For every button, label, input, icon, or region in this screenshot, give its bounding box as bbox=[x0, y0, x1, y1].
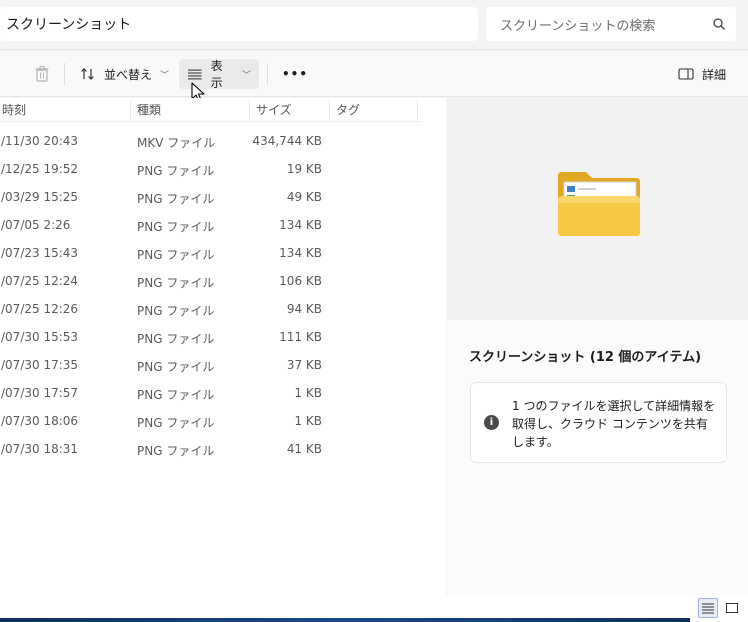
file-size: 134 KB bbox=[279, 218, 322, 232]
column-header-size[interactable]: サイズ bbox=[250, 101, 330, 119]
info-icon: i bbox=[484, 415, 499, 430]
chevron-down-icon: ﹀ bbox=[241, 70, 251, 81]
column-header-type[interactable]: 種類 bbox=[131, 101, 250, 119]
file-size: 106 KB bbox=[279, 274, 322, 288]
file-row[interactable]: /11/30 20:43 MKV ファイル 434,744 KB bbox=[0, 127, 420, 155]
details-preview bbox=[447, 98, 748, 320]
command-bar: 並べ替え ﹀ 表示 ﹀ ••• 詳細 bbox=[0, 51, 748, 97]
file-list: 時刻 種類 サイズ タグ /11/30 20:43 MKV ファイル 434,7… bbox=[0, 98, 446, 600]
file-type: MKV ファイル bbox=[137, 136, 216, 150]
file-date: /07/30 17:35 bbox=[1, 358, 79, 372]
file-size: 134 KB bbox=[279, 246, 322, 260]
file-size: 19 KB bbox=[286, 162, 322, 176]
file-type: PNG ファイル bbox=[137, 304, 215, 318]
file-size: 37 KB bbox=[286, 358, 322, 372]
file-date: /07/30 15:53 bbox=[1, 330, 79, 344]
details-pane-icon bbox=[678, 68, 694, 80]
search-box[interactable]: スクリーンショットの検索 bbox=[486, 7, 736, 41]
file-type: PNG ファイル bbox=[137, 220, 215, 234]
taskbar-edge bbox=[0, 618, 690, 622]
address-bar[interactable]: スクリーンショット bbox=[0, 7, 478, 41]
view-lines-icon bbox=[187, 69, 202, 80]
file-type: PNG ファイル bbox=[137, 332, 215, 346]
toolbar-separator bbox=[64, 63, 65, 85]
column-header-row: 時刻 種類 サイズ タグ bbox=[0, 98, 420, 122]
details-pane-button[interactable]: 詳細 bbox=[670, 59, 734, 89]
file-row[interactable]: /07/30 15:53 PNG ファイル 111 KB bbox=[0, 323, 420, 351]
info-text: 1 つのファイルを選択して詳細情報を取得し、クラウド コンテンツを共有します。 bbox=[512, 399, 716, 449]
file-size: 49 KB bbox=[286, 190, 322, 204]
file-type: PNG ファイル bbox=[137, 276, 215, 290]
file-type: PNG ファイル bbox=[137, 164, 215, 178]
file-size: 434,744 KB bbox=[252, 134, 322, 148]
search-placeholder: スクリーンショットの検索 bbox=[500, 18, 656, 34]
file-date: /07/30 17:57 bbox=[1, 386, 79, 400]
file-type: PNG ファイル bbox=[137, 360, 215, 374]
file-row[interactable]: /07/23 15:43 PNG ファイル 134 KB bbox=[0, 239, 420, 267]
file-date: /03/29 15:25 bbox=[1, 190, 79, 204]
file-size: 1 KB bbox=[294, 386, 322, 400]
sort-button[interactable]: 並べ替え ﹀ bbox=[72, 59, 177, 89]
sort-label: 並べ替え bbox=[104, 67, 153, 82]
address-path: スクリーンショット bbox=[6, 17, 132, 33]
folder-icon bbox=[558, 172, 640, 236]
more-options-button[interactable]: ••• bbox=[274, 59, 316, 89]
chevron-down-icon: ﹀ bbox=[160, 70, 170, 81]
file-date: /11/30 20:43 bbox=[1, 134, 79, 148]
address-bar-area: スクリーンショット スクリーンショットの検索 bbox=[0, 0, 748, 50]
details-view-button[interactable] bbox=[698, 598, 718, 618]
file-size: 1 KB bbox=[294, 414, 322, 428]
tiles-view-button[interactable] bbox=[722, 598, 742, 618]
file-date: /07/25 12:26 bbox=[1, 302, 79, 316]
column-header-tag[interactable]: タグ bbox=[330, 101, 418, 119]
list-view-icon bbox=[702, 603, 714, 614]
search-icon[interactable] bbox=[712, 17, 726, 31]
file-row[interactable]: /03/29 15:25 PNG ファイル 49 KB bbox=[0, 183, 420, 211]
file-date: /07/25 12:24 bbox=[1, 274, 79, 288]
file-date: /07/30 18:06 bbox=[1, 414, 79, 428]
tile-view-icon bbox=[726, 603, 738, 613]
file-row[interactable]: /07/25 12:24 PNG ファイル 106 KB bbox=[0, 267, 420, 295]
file-date: /07/05 2:26 bbox=[1, 218, 71, 232]
delete-button[interactable] bbox=[26, 59, 58, 89]
file-size: 111 KB bbox=[279, 330, 322, 344]
file-type: PNG ファイル bbox=[137, 416, 215, 430]
sort-arrows-icon bbox=[81, 68, 94, 80]
file-size: 94 KB bbox=[286, 302, 322, 316]
file-row[interactable]: /07/25 12:26 PNG ファイル 94 KB bbox=[0, 295, 420, 323]
file-row[interactable]: /07/30 17:35 PNG ファイル 37 KB bbox=[0, 351, 420, 379]
file-date: /12/25 19:52 bbox=[1, 162, 79, 176]
details-label: 詳細 bbox=[702, 67, 727, 82]
details-title: スクリーンショット (12 個のアイテム) bbox=[469, 350, 702, 365]
file-type: PNG ファイル bbox=[137, 192, 215, 206]
file-row[interactable]: /07/30 18:31 PNG ファイル 41 KB bbox=[0, 435, 420, 463]
file-row[interactable]: /07/05 2:26 PNG ファイル 134 KB bbox=[0, 211, 420, 239]
file-date: /07/30 18:31 bbox=[1, 442, 79, 456]
file-row[interactable]: /07/30 18:06 PNG ファイル 1 KB bbox=[0, 407, 420, 435]
file-size: 41 KB bbox=[286, 442, 322, 456]
column-header-date[interactable]: 時刻 bbox=[0, 101, 131, 119]
file-type: PNG ファイル bbox=[137, 248, 215, 262]
file-date: /07/23 15:43 bbox=[1, 246, 79, 260]
file-row[interactable]: /07/30 17:57 PNG ファイル 1 KB bbox=[0, 379, 420, 407]
view-label: 表示 bbox=[210, 59, 223, 90]
file-type: PNG ファイル bbox=[137, 388, 215, 402]
trash-icon bbox=[35, 65, 49, 82]
file-type: PNG ファイル bbox=[137, 444, 215, 458]
info-card: i 1 つのファイルを選択して詳細情報を取得し、クラウド コンテンツを共有します… bbox=[470, 382, 727, 463]
toolbar-separator bbox=[267, 63, 268, 85]
details-info: スクリーンショット (12 個のアイテム) i 1 つのファイルを選択して詳細情… bbox=[447, 320, 748, 596]
more-icon: ••• bbox=[282, 67, 309, 81]
file-row[interactable]: /12/25 19:52 PNG ファイル 19 KB bbox=[0, 155, 420, 183]
